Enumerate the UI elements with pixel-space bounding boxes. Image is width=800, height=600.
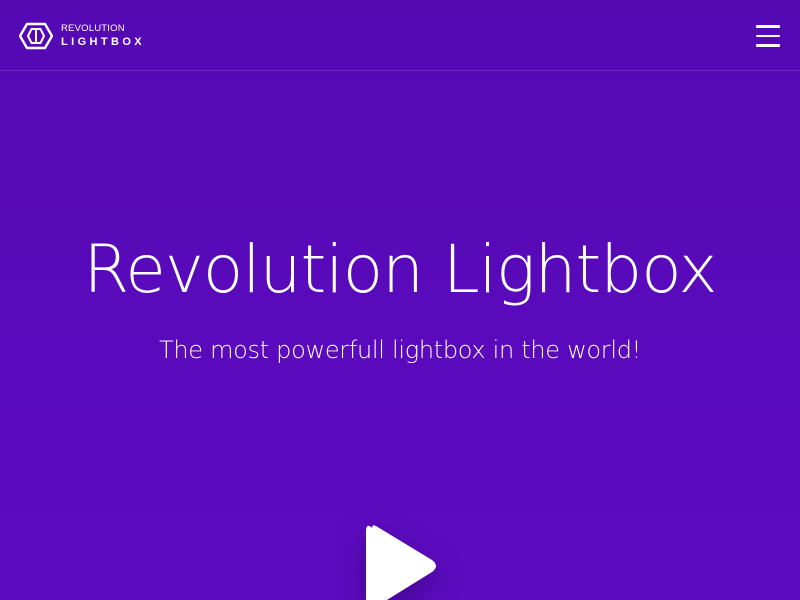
logo-bottom-text: LIGHTBOX <box>61 36 146 49</box>
hamburger-menu-icon[interactable] <box>756 25 780 47</box>
play-icon[interactable] <box>362 518 442 600</box>
hero-title: Revolution Lightbox <box>83 231 717 308</box>
hexagon-logo-icon <box>19 22 53 50</box>
site-logo[interactable]: REVOLUTION LIGHTBOX <box>19 22 145 50</box>
menu-bar <box>756 44 780 47</box>
menu-bar <box>756 25 780 28</box>
site-header: REVOLUTION LIGHTBOX <box>0 0 800 71</box>
menu-bar <box>756 34 780 37</box>
hero-subtitle: The most powerfull lightbox in the world… <box>159 336 641 364</box>
logo-top-text: REVOLUTION <box>61 22 125 34</box>
logo-wordmark: REVOLUTION LIGHTBOX <box>61 24 145 49</box>
